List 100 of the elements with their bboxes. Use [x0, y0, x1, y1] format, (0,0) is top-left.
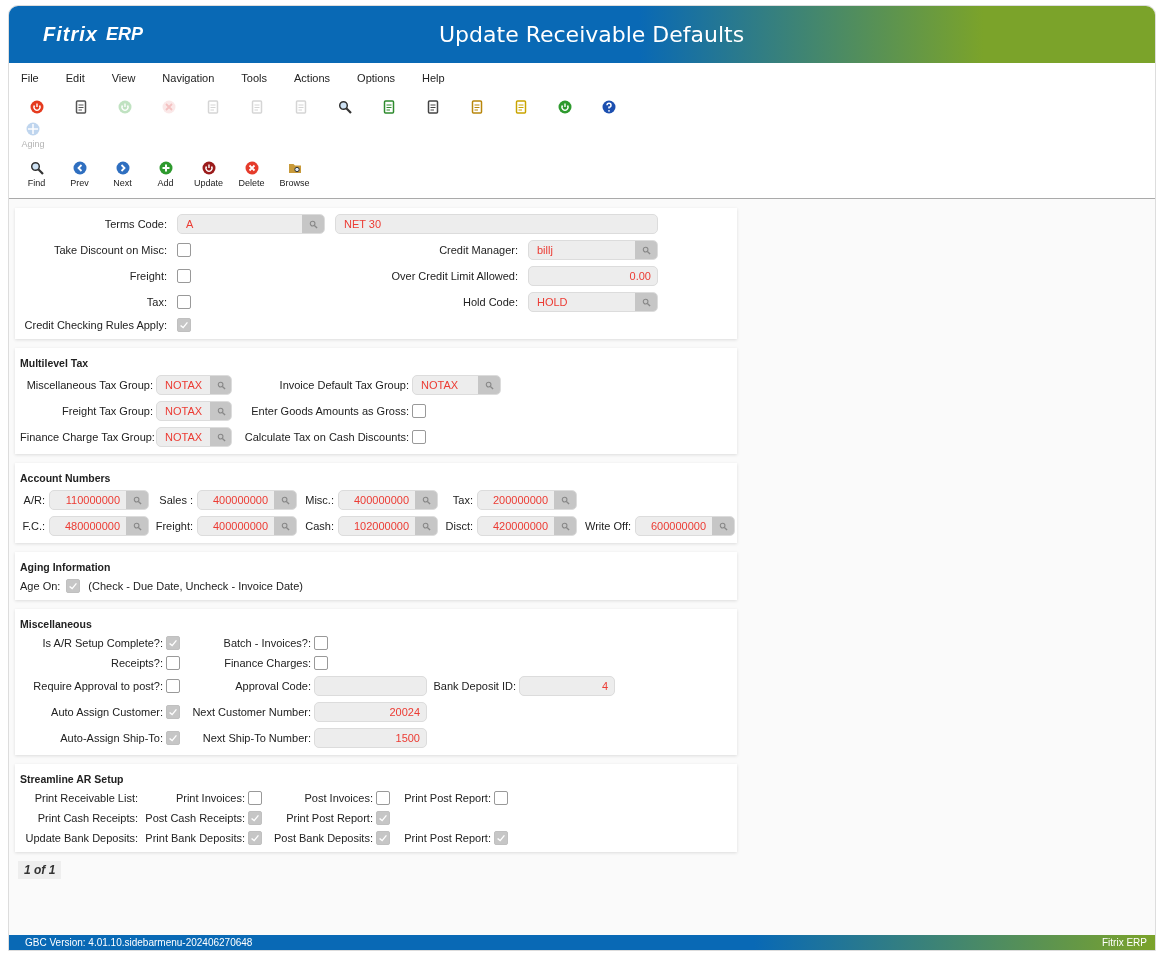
field-label: Print Invoices: — [174, 792, 245, 804]
lookup-button[interactable] — [478, 376, 500, 394]
field-label: Receipts?: — [110, 657, 163, 669]
checkbox[interactable] — [376, 791, 390, 805]
menu-item[interactable]: Options — [357, 72, 396, 90]
menu-item[interactable]: Tools — [241, 72, 268, 90]
lookup-button[interactable] — [126, 517, 148, 535]
field-label: Print Receivable List: — [33, 792, 138, 804]
toolbar-button[interactable]: Prev — [58, 159, 101, 190]
lookup-button[interactable] — [635, 293, 657, 311]
lookup-field[interactable]: NOTAX — [156, 375, 232, 395]
lookup-field[interactable]: NOTAX — [156, 401, 232, 421]
lookup-field[interactable]: 102000000 — [338, 516, 438, 536]
menu-item[interactable]: Edit — [65, 72, 85, 90]
lookup-button[interactable] — [554, 491, 576, 509]
search-icon — [280, 495, 290, 505]
field-label: Age On: — [20, 580, 61, 592]
lookup-button[interactable] — [635, 241, 657, 259]
field-label: Batch - Invoices?: — [222, 637, 311, 649]
section-title: Multilevel Tax — [20, 357, 90, 369]
checkbox[interactable] — [177, 243, 191, 257]
toolbar-button[interactable]: Next — [101, 159, 144, 190]
checkbox[interactable] — [494, 791, 508, 805]
input-field[interactable]: 20024 — [314, 702, 427, 722]
field-label: Invoice Default Tax Group: — [278, 379, 409, 391]
lookup-button[interactable] — [415, 517, 437, 535]
field-label: Print Cash Receipts: — [36, 812, 138, 824]
plus-icon — [26, 122, 40, 136]
menu-item[interactable]: File — [21, 72, 39, 90]
lookup-field[interactable]: 600000000 — [635, 516, 735, 536]
field-label: Sales : — [158, 494, 193, 506]
lookup-field[interactable]: 400000000 — [197, 516, 297, 536]
search-icon — [308, 219, 318, 229]
checkbox[interactable] — [314, 636, 328, 650]
field-label: Post Invoices: — [303, 792, 373, 804]
field-label: Print Post Report: — [285, 812, 373, 824]
menu-item[interactable]: Help — [422, 72, 445, 90]
checkbox[interactable] — [177, 295, 191, 309]
field-label: Finance Charges: — [223, 657, 311, 669]
lookup-button[interactable] — [126, 491, 148, 509]
lookup-field[interactable]: HOLD — [528, 292, 658, 312]
field-label: Credit Checking Rules Apply: — [23, 319, 167, 331]
toolbar-button[interactable]: Find — [15, 159, 58, 190]
lookup-field[interactable]: 200000000 — [477, 490, 577, 510]
menu-item[interactable]: Navigation — [162, 72, 215, 90]
checkbox[interactable] — [166, 656, 180, 670]
checkbox[interactable] — [412, 430, 426, 444]
toolbar-button[interactable]: Add — [144, 159, 187, 190]
section-title: Streamline AR Setup — [20, 773, 125, 785]
field-label: Misc.: — [304, 494, 334, 506]
input-field[interactable] — [314, 676, 427, 696]
lookup-button[interactable] — [415, 491, 437, 509]
lookup-field[interactable]: NOTAX — [156, 427, 232, 447]
search-icon — [29, 161, 44, 175]
lookup-field[interactable]: 400000000 — [338, 490, 438, 510]
field-label: Finance Charge Tax Group: — [20, 431, 153, 443]
checkbox[interactable] — [314, 656, 328, 670]
input-field[interactable]: 0.00 — [528, 266, 658, 286]
field-label: Take Discount on Misc: — [52, 244, 167, 256]
lookup-button[interactable] — [210, 402, 231, 420]
lookup-field[interactable]: 110000000 — [49, 490, 149, 510]
field-label: Enter Goods Amounts as Gross: — [250, 405, 409, 417]
search-icon — [560, 495, 570, 505]
lookup-field[interactable]: 400000000 — [197, 490, 297, 510]
toolbar-button[interactable]: Browse — [273, 159, 316, 190]
document-icon — [470, 100, 484, 114]
plus-icon — [158, 161, 173, 175]
checkbox[interactable] — [177, 269, 191, 283]
checkbox[interactable] — [248, 791, 262, 805]
checkbox[interactable] — [412, 404, 426, 418]
menu-item[interactable]: Actions — [294, 72, 331, 90]
lookup-button[interactable] — [554, 517, 576, 535]
field-label: Write Off: — [583, 520, 631, 532]
lookup-field[interactable]: billj — [528, 240, 658, 260]
lookup-button[interactable] — [274, 517, 296, 535]
input-field[interactable]: 1500 — [314, 728, 427, 748]
hint-text: (Check - Due Date, Uncheck - Invoice Date) — [88, 580, 303, 592]
lookup-field[interactable]: 480000000 — [49, 516, 149, 536]
input-field[interactable]: NET 30 — [335, 214, 658, 234]
lookup-button[interactable] — [210, 428, 231, 446]
menu-item[interactable]: View — [111, 72, 136, 90]
lookup-button[interactable] — [274, 491, 296, 509]
toolbar-button[interactable]: Delete — [230, 159, 273, 190]
checkbox[interactable] — [166, 679, 180, 693]
lookup-button[interactable] — [712, 517, 734, 535]
notepad-icon — [382, 100, 396, 114]
search-icon — [641, 245, 651, 255]
search-icon — [338, 100, 352, 114]
lookup-field[interactable]: A — [177, 214, 325, 234]
help-icon — [602, 100, 616, 114]
search-icon — [216, 432, 226, 442]
lookup-field[interactable]: NOTAX — [412, 375, 501, 395]
lookup-button[interactable] — [210, 376, 231, 394]
field-label: F.C.: — [21, 520, 45, 532]
section-title: Miscellaneous — [20, 618, 93, 630]
lookup-button[interactable] — [302, 215, 324, 233]
toolbar-button[interactable]: Update — [187, 159, 230, 190]
input-field[interactable]: 4 — [519, 676, 615, 696]
lookup-field[interactable]: 420000000 — [477, 516, 577, 536]
field-label: Credit Manager: — [438, 244, 518, 256]
